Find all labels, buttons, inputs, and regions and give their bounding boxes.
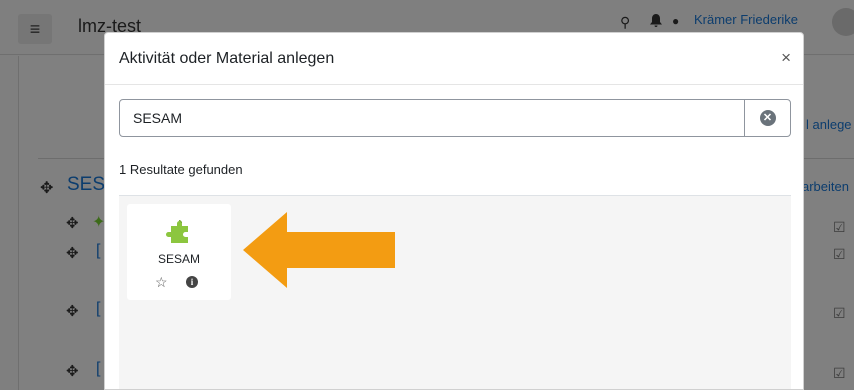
section-move-icon[interactable]: ✥ (40, 178, 53, 198)
activity-chooser-modal: Aktivität oder Material anlegen × ✕ 1 Re… (104, 32, 804, 390)
clear-icon: ✕ (759, 110, 776, 126)
clear-search-button[interactable]: ✕ (744, 100, 790, 136)
menu-toggle-icon[interactable]: ≡ (18, 14, 52, 44)
star-icon[interactable]: ☆ (155, 274, 168, 291)
row-move-icon[interactable]: ✥ (66, 214, 79, 232)
completion-checkbox-icon[interactable]: ☑ (833, 246, 846, 263)
edit-section-link[interactable]: arbeiten (802, 179, 849, 194)
modal-title: Aktivität oder Material anlegen (119, 50, 335, 67)
completion-checkbox-icon[interactable]: ☑ (833, 365, 846, 382)
completion-checkbox-icon[interactable]: ☑ (833, 219, 846, 236)
results-count: 1 Resultate gefunden (119, 162, 243, 177)
result-name: SESAM (157, 252, 200, 266)
messages-icon[interactable]: ● (672, 14, 679, 28)
row-move-icon[interactable]: ✥ (66, 362, 79, 380)
result-card-sesam[interactable]: SESAM ☆ i (127, 204, 231, 300)
search-field: ✕ (119, 99, 791, 137)
modal-header: Aktivität oder Material anlegen × (105, 33, 803, 85)
annotation-arrow (243, 212, 395, 288)
avatar[interactable] (832, 8, 854, 36)
row-move-icon[interactable]: ✥ (66, 244, 79, 262)
activity-icon: [ (96, 242, 101, 259)
puzzle-icon (166, 220, 188, 243)
user-menu[interactable]: Krämer Friederike (694, 12, 798, 27)
search-input[interactable] (120, 100, 746, 136)
info-icon[interactable]: i (186, 276, 198, 288)
activity-icon: [ (96, 300, 101, 317)
activity-icon: [ (96, 360, 101, 377)
results-area: SESAM ☆ i (119, 195, 791, 389)
notification-bell-icon[interactable] (650, 14, 662, 31)
close-icon[interactable]: × (781, 48, 791, 68)
add-activity-link[interactable]: l anlege (806, 117, 852, 132)
section-title[interactable]: SES (67, 174, 105, 196)
row-move-icon[interactable]: ✥ (66, 302, 79, 320)
completion-checkbox-icon[interactable]: ☑ (833, 305, 846, 322)
search-icon[interactable]: ⚲ (620, 14, 630, 31)
